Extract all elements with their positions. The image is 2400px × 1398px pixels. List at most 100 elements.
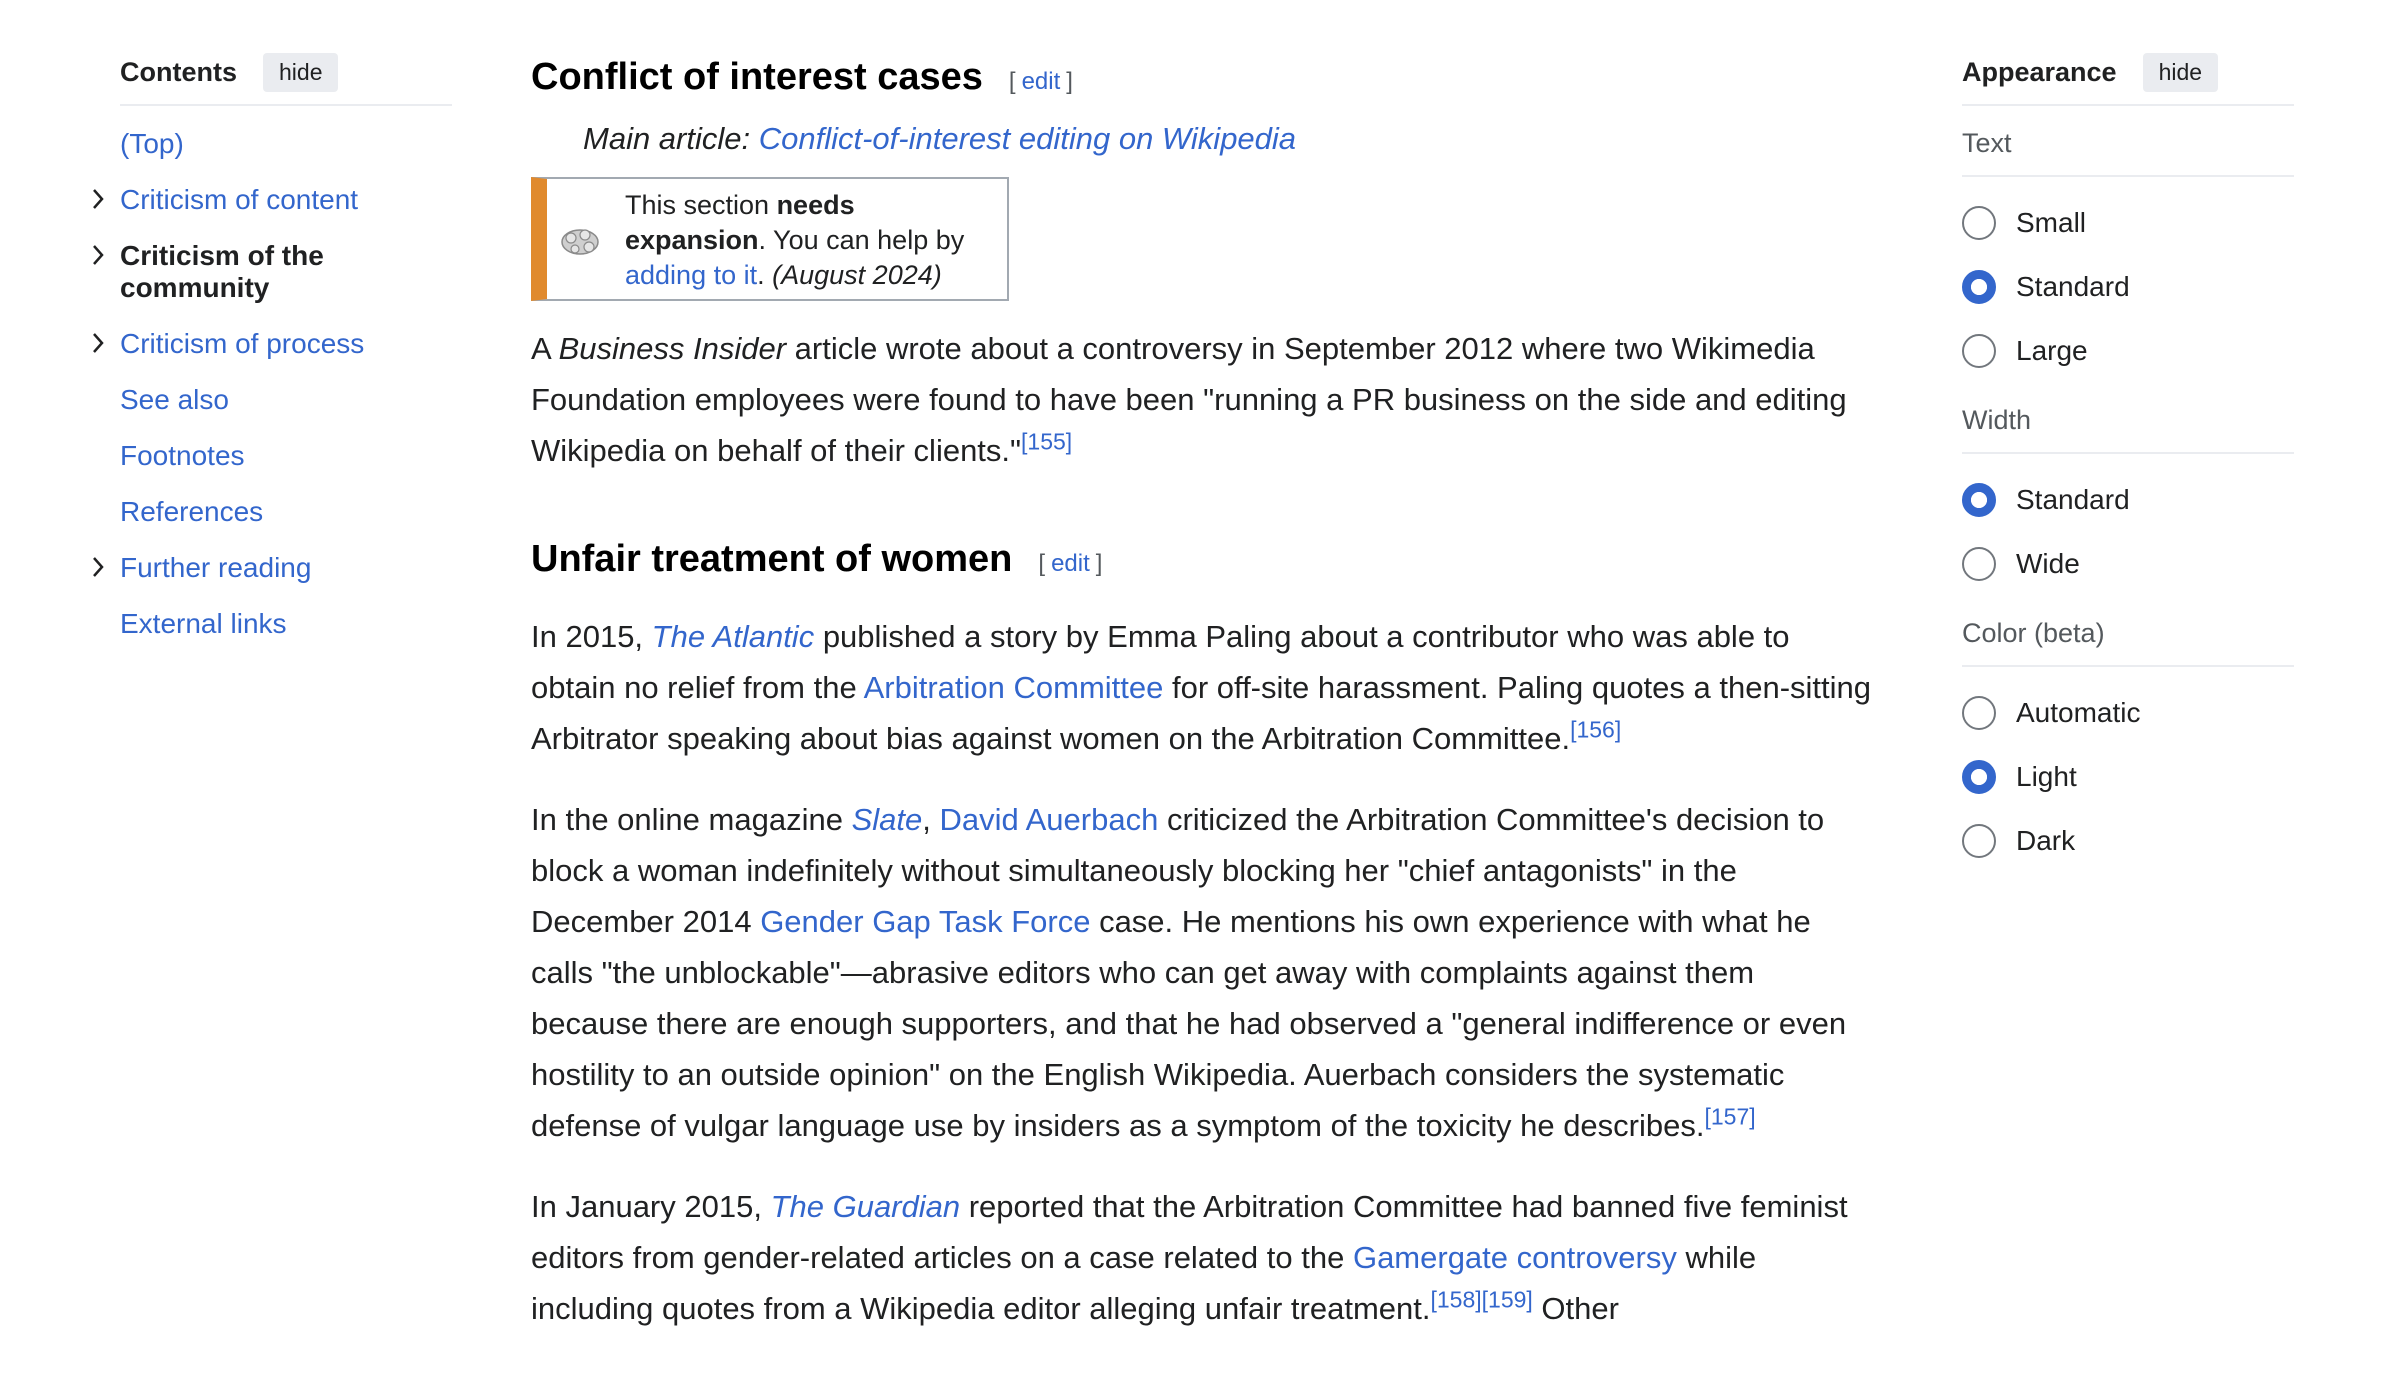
- paragraph-slate: In the online magazine Slate, David Auer…: [531, 794, 1876, 1151]
- edit-bracket-close: ]: [1066, 68, 1073, 95]
- david-auerbach-link[interactable]: David Auerbach: [939, 802, 1158, 837]
- notice-text-part: .: [757, 259, 773, 290]
- color-options: Automatic Light Dark: [1962, 681, 2294, 873]
- radio-label: Small: [2016, 207, 2087, 238]
- toc-item-label[interactable]: Further reading: [120, 552, 311, 583]
- radio-text-large[interactable]: Large: [1962, 319, 2294, 383]
- section-heading-text: Conflict of interest cases: [531, 56, 983, 98]
- radio-color-dark[interactable]: Dark: [1962, 809, 2294, 873]
- radio-button[interactable]: [1962, 547, 1996, 581]
- radio-width-wide[interactable]: Wide: [1962, 532, 2294, 596]
- toc-item-label[interactable]: Criticism of process: [120, 328, 364, 359]
- notice-date: (August 2024): [772, 259, 942, 290]
- toc-item-label[interactable]: Criticism of content: [120, 184, 358, 215]
- toc-item-label[interactable]: References: [120, 496, 263, 527]
- citation-link[interactable]: [158]: [1430, 1287, 1481, 1313]
- hatnote: Main article: Conflict-of-interest editi…: [583, 121, 1876, 157]
- text-size-options: Small Standard Large: [1962, 191, 2294, 383]
- edit-bracket-open: [: [1008, 68, 1016, 95]
- radio-text-standard[interactable]: Standard: [1962, 255, 2294, 319]
- citation: [155]: [1021, 429, 1072, 455]
- toc-item-criticism-of-the-community[interactable]: Criticism of the community: [93, 240, 452, 304]
- article-content: Conflict of interest cases [edit] Main a…: [531, 56, 1876, 1334]
- chevron-right-icon[interactable]: [88, 552, 108, 582]
- toc-item-label[interactable]: (Top): [120, 128, 184, 159]
- the-atlantic-link[interactable]: The Atlantic: [652, 619, 815, 654]
- toc-item-top[interactable]: (Top): [120, 128, 452, 160]
- text-run: case. He mentions his own experience wit…: [531, 904, 1847, 1143]
- toc-hide-button[interactable]: hide: [263, 52, 339, 92]
- gender-gap-task-force-link[interactable]: Gender Gap Task Force: [760, 904, 1090, 939]
- radio-label: Large: [2016, 335, 2088, 366]
- edit-bracket-open: [: [1038, 550, 1046, 577]
- citation: [157]: [1704, 1104, 1755, 1130]
- radio-button-selected[interactable]: [1962, 483, 1996, 517]
- toc-item-footnotes[interactable]: Footnotes: [120, 440, 452, 472]
- edit-link[interactable]: edit: [1051, 550, 1090, 577]
- chevron-right-icon[interactable]: [88, 240, 108, 270]
- text-run: ,: [922, 802, 940, 837]
- toc-header: Contents hide: [120, 48, 452, 106]
- text-run: A: [531, 331, 559, 366]
- radio-button[interactable]: [1962, 206, 1996, 240]
- radio-button-selected[interactable]: [1962, 270, 1996, 304]
- color-label: Color (beta): [1962, 618, 2294, 667]
- section-edit-control: [edit]: [1038, 550, 1102, 578]
- citation-link[interactable]: [157]: [1704, 1104, 1755, 1130]
- radio-label: Standard: [2016, 271, 2130, 302]
- wiki-puzzle-icon: [561, 229, 599, 255]
- radio-label: Automatic: [2016, 697, 2141, 728]
- chevron-right-icon[interactable]: [88, 328, 108, 358]
- radio-text-small[interactable]: Small: [1962, 191, 2294, 255]
- hatnote-prefix: Main article:: [583, 121, 759, 156]
- radio-color-automatic[interactable]: Automatic: [1962, 681, 2294, 745]
- main-article-link[interactable]: Conflict-of-interest editing on Wikipedi…: [759, 121, 1296, 156]
- notice-text-part: This section: [625, 189, 777, 220]
- toc-item-see-also[interactable]: See also: [120, 384, 452, 416]
- appearance-hide-button[interactable]: hide: [2142, 52, 2219, 92]
- text-size-label: Text: [1962, 128, 2294, 177]
- toc-item-label[interactable]: See also: [120, 384, 229, 415]
- adding-to-it-link[interactable]: adding to it: [625, 260, 757, 290]
- citation: [158][159]: [1430, 1287, 1532, 1313]
- radio-button-selected[interactable]: [1962, 760, 1996, 794]
- radio-button[interactable]: [1962, 824, 1996, 858]
- width-options: Standard Wide: [1962, 468, 2294, 596]
- toc-item-criticism-of-process[interactable]: Criticism of process: [93, 328, 452, 360]
- toc-item-label[interactable]: External links: [120, 608, 287, 639]
- toc-item-further-reading[interactable]: Further reading: [93, 552, 452, 584]
- chevron-right-icon[interactable]: [88, 184, 108, 214]
- toc-item-references[interactable]: References: [120, 496, 452, 528]
- radio-button[interactable]: [1962, 334, 1996, 368]
- publication-name: Business Insider: [558, 331, 787, 366]
- toc-item-criticism-of-content[interactable]: Criticism of content: [93, 184, 452, 216]
- citation-link[interactable]: [156]: [1570, 717, 1621, 743]
- table-of-contents: Contents hide (Top) Criticism of content…: [93, 48, 452, 664]
- width-label: Width: [1962, 405, 2294, 454]
- toc-item-label[interactable]: Criticism of the community: [120, 240, 324, 303]
- radio-color-light[interactable]: Light: [1962, 745, 2294, 809]
- text-run: In January 2015,: [531, 1189, 771, 1224]
- citation-link[interactable]: [155]: [1021, 429, 1072, 455]
- radio-button[interactable]: [1962, 696, 1996, 730]
- toc-item-external-links[interactable]: External links: [120, 608, 452, 640]
- edit-link[interactable]: edit: [1022, 68, 1061, 95]
- notice-text-part: . You can help by: [758, 224, 965, 255]
- gamergate-controversy-link[interactable]: Gamergate controversy: [1353, 1240, 1677, 1275]
- the-guardian-link[interactable]: The Guardian: [771, 1189, 961, 1224]
- toc-list: (Top) Criticism of content Criticism of …: [93, 128, 452, 640]
- paragraph-atlantic: In 2015, The Atlantic published a story …: [531, 611, 1876, 764]
- radio-width-standard[interactable]: Standard: [1962, 468, 2294, 532]
- citation-link[interactable]: [159]: [1482, 1287, 1533, 1313]
- radio-label: Dark: [2016, 825, 2076, 856]
- toc-item-label[interactable]: Footnotes: [120, 440, 245, 471]
- appearance-header: Appearance hide: [1962, 48, 2294, 106]
- text-run: In the online magazine: [531, 802, 852, 837]
- arbitration-committee-link[interactable]: Arbitration Committee: [864, 670, 1164, 705]
- notice-text: This section needs expansion. You can he…: [625, 188, 993, 293]
- expansion-notice: This section needs expansion. You can he…: [531, 177, 1009, 301]
- slate-link[interactable]: Slate: [852, 802, 923, 837]
- text-run: Other: [1532, 1291, 1619, 1326]
- section-heading-unfair-treatment: Unfair treatment of women [edit]: [531, 538, 1876, 581]
- section-heading-conflict-of-interest: Conflict of interest cases [edit]: [531, 56, 1876, 99]
